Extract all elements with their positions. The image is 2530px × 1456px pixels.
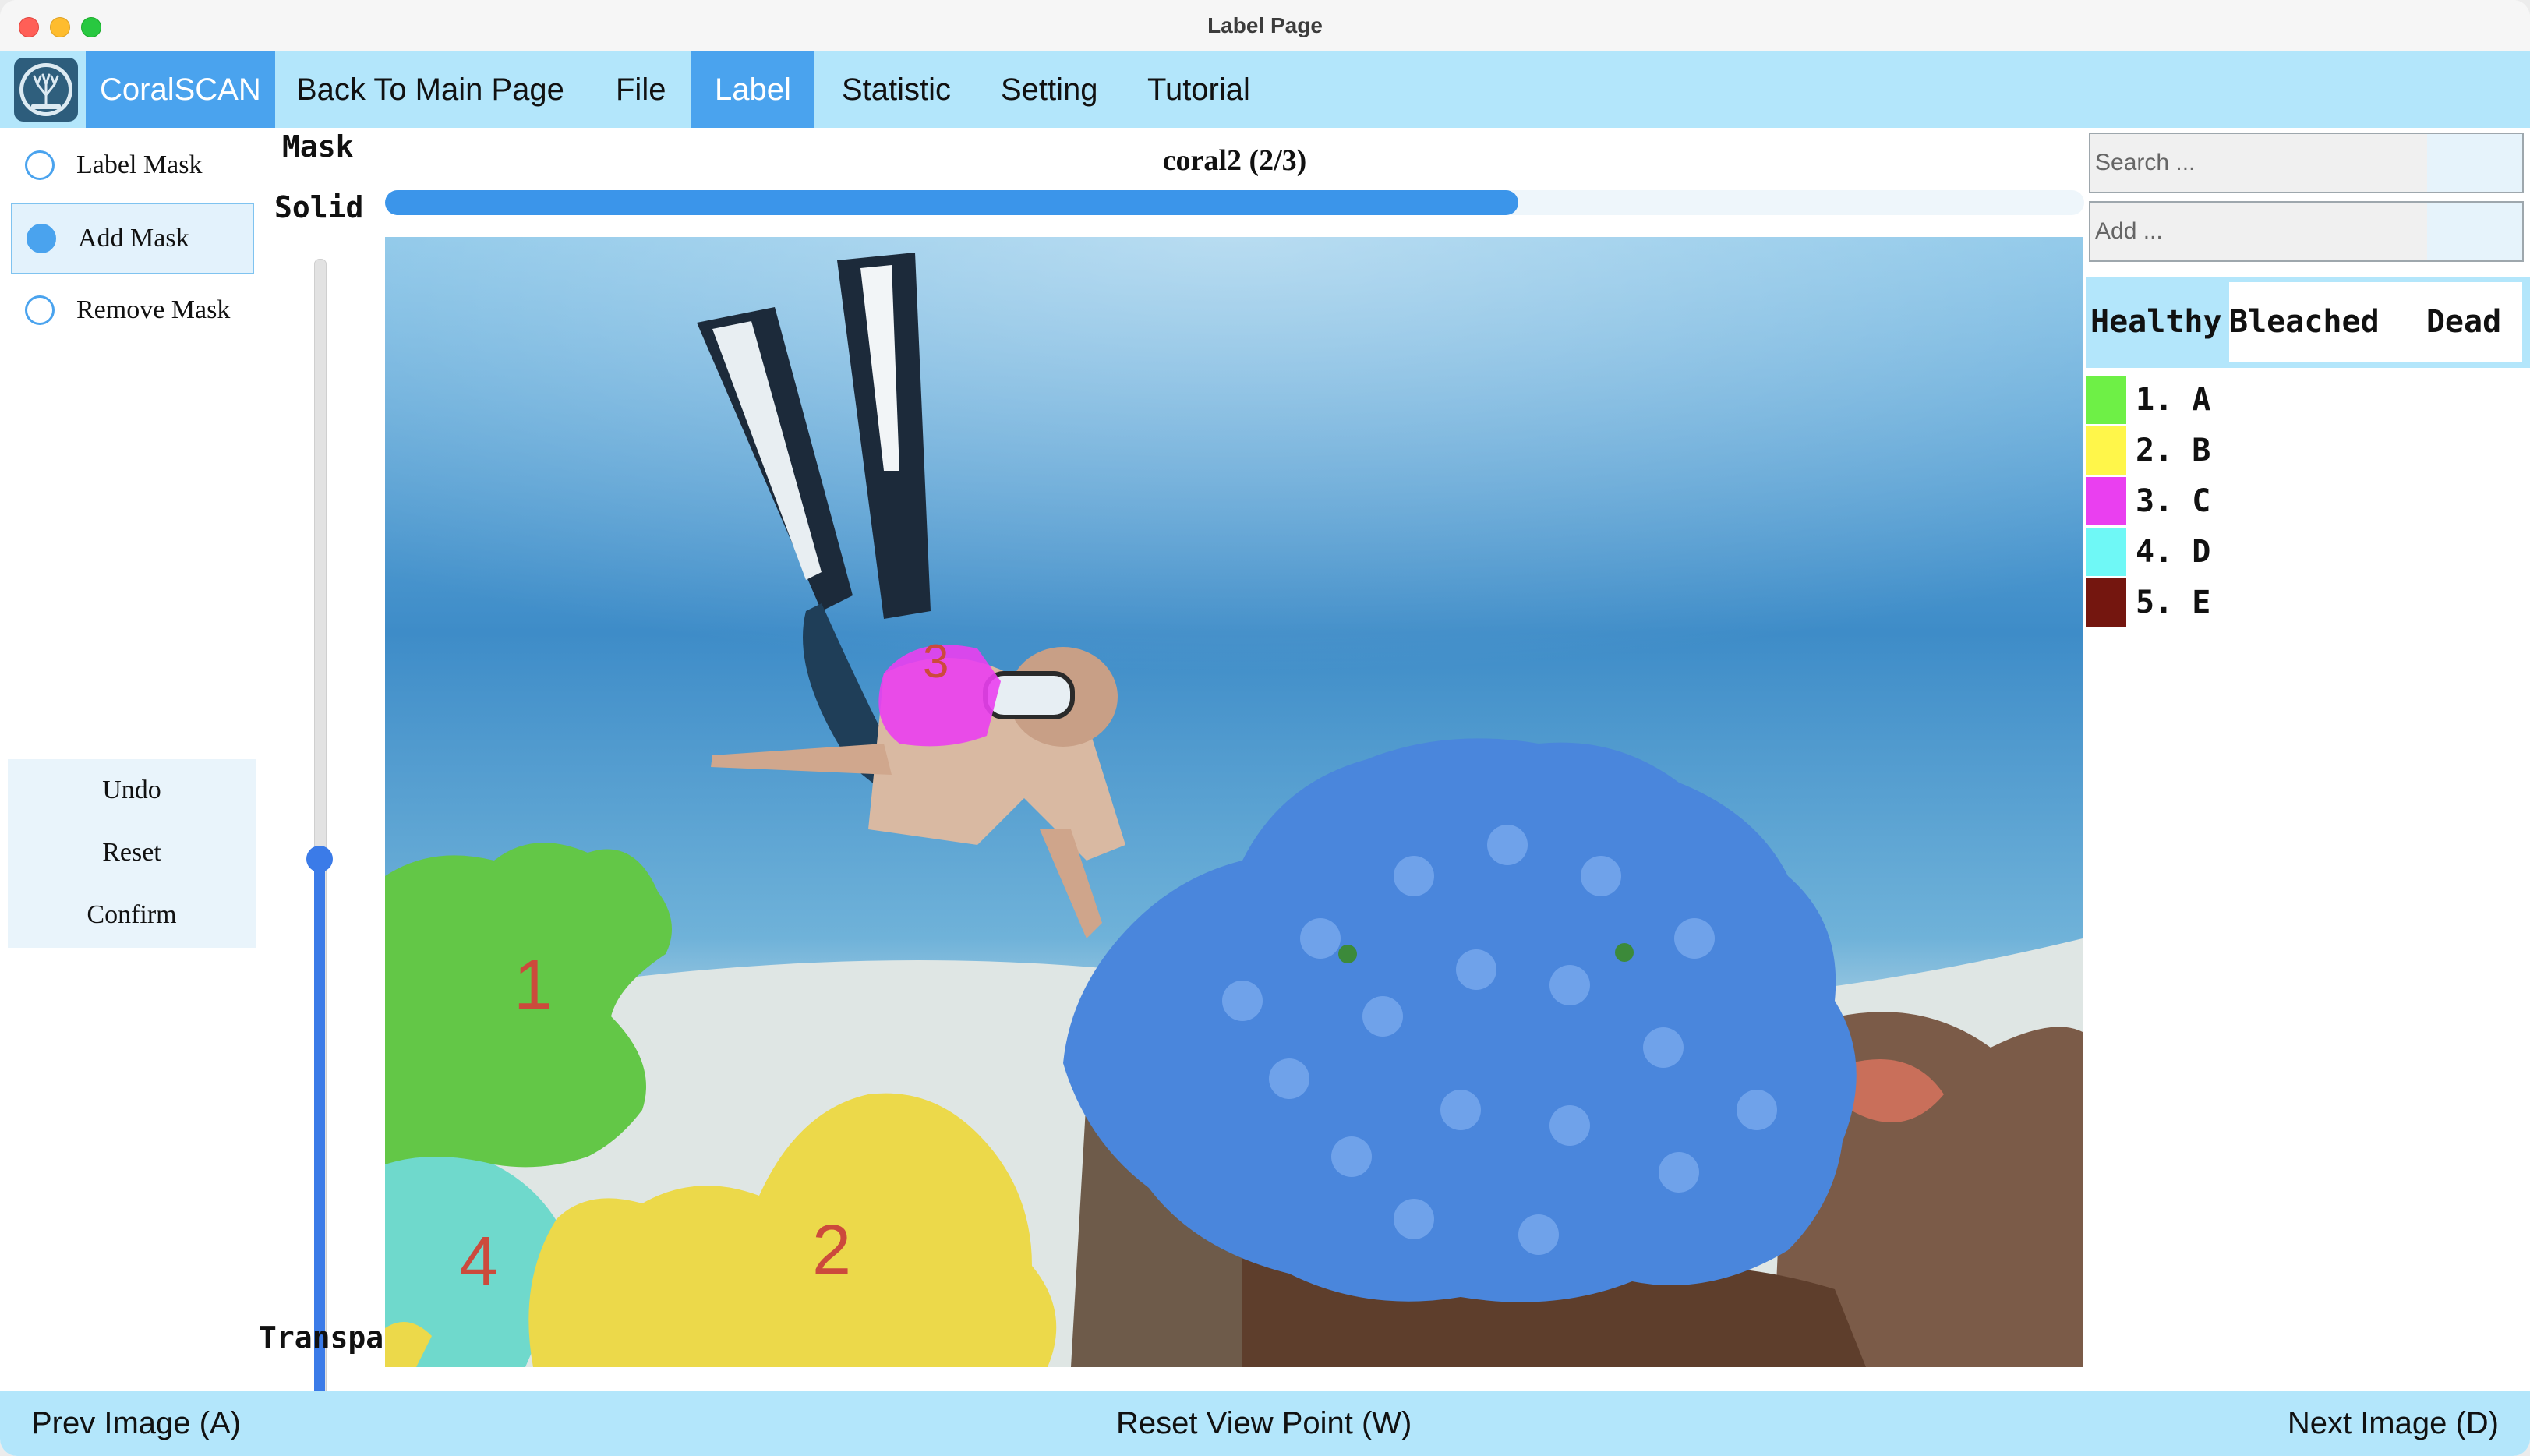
slider-handle[interactable] [306, 846, 333, 872]
image-workspace: coral2 (2/3) 1 2 3 4 [385, 128, 2084, 1391]
label-item-text: 1. A [2136, 381, 2211, 418]
reset-button[interactable]: Reset [8, 822, 256, 884]
radio-icon [25, 295, 55, 325]
tab-healthy[interactable]: Healthy [2090, 282, 2228, 362]
region-number-1: 1 [514, 946, 553, 1024]
status-tabs: Healthy Bleached Dead [2086, 277, 2530, 368]
label-color-swatch [2086, 426, 2126, 475]
tab-bleached[interactable]: Bleached [2229, 282, 2405, 362]
label-color-swatch [2086, 578, 2126, 627]
radio-selected-icon [27, 224, 56, 253]
menu-back-to-main-page[interactable]: Back To Main Page [273, 51, 588, 128]
marker-point [1615, 943, 1634, 962]
label-item[interactable]: 3. C [2086, 475, 2530, 526]
label-item[interactable]: 1. A [2086, 374, 2530, 425]
mask-heading: Mask [282, 129, 354, 164]
label-color-swatch [2086, 527, 2126, 576]
prev-image-button[interactable]: Prev Image (A) [31, 1391, 241, 1456]
label-item[interactable]: 2. B [2086, 425, 2530, 475]
mode-label: Remove Mask [76, 295, 231, 324]
progress-fill [385, 190, 1519, 215]
image-progress-bar [385, 190, 2084, 215]
coral-logo-icon [14, 58, 78, 122]
slider-fill [314, 859, 325, 1456]
menu-tutorial[interactable]: Tutorial [1124, 51, 1274, 128]
radio-icon [25, 150, 55, 180]
solid-label: Solid [274, 190, 364, 224]
label-list: 1. A 2. B 3. C 4. D 5. E [2086, 374, 2530, 627]
coral-photo[interactable]: 1 2 3 4 [385, 237, 2083, 1367]
window-title: Label Page [1207, 13, 1323, 37]
menu-file[interactable]: File [592, 51, 689, 128]
label-item-text: 4. D [2136, 533, 2211, 570]
label-color-swatch [2086, 476, 2126, 525]
undo-button[interactable]: Undo [8, 759, 256, 822]
label-add-input[interactable]: Add ... [2089, 201, 2524, 262]
next-image-button[interactable]: Next Image (D) [2288, 1391, 2499, 1456]
region-number-2: 2 [812, 1211, 851, 1289]
label-item[interactable]: 4. D [2086, 526, 2530, 577]
mode-remove-mask[interactable]: Remove Mask [11, 276, 254, 345]
tab-dead[interactable]: Dead [2405, 282, 2522, 362]
surface-light [385, 237, 2083, 783]
marker-point [1338, 945, 1357, 963]
region-number-4: 4 [459, 1223, 498, 1301]
navigation-bar: Prev Image (A) Reset View Point (W) Next… [0, 1391, 2530, 1456]
label-page-window: Label Page CoralSCAN Back To Main Page F… [0, 0, 2530, 1456]
confirm-button[interactable]: Confirm [8, 884, 256, 946]
mask-actions: Undo Reset Confirm [8, 759, 256, 948]
mode-label: Add Mask [78, 224, 189, 253]
transparent-label: Transpa [259, 1320, 384, 1355]
label-panel: Search ... Add ... Healthy Bleached Dead… [2086, 128, 2530, 1391]
mode-add-mask[interactable]: Add Mask [11, 203, 254, 274]
menu-statistic[interactable]: Statistic [818, 51, 974, 128]
label-item-text: 2. B [2136, 432, 2211, 468]
region-number-3: 3 [923, 635, 949, 687]
menu-bar: CoralSCAN Back To Main Page File Label S… [0, 51, 2530, 128]
mask-opacity-control: Mask Solid Transpa [257, 128, 384, 1456]
label-item[interactable]: 5. E [2086, 577, 2530, 627]
label-search-input[interactable]: Search ... [2089, 133, 2524, 193]
label-color-swatch [2086, 375, 2126, 424]
mode-label-mask[interactable]: Label Mask [11, 131, 254, 200]
brand-coralscan[interactable]: CoralSCAN [86, 51, 275, 128]
menu-setting[interactable]: Setting [977, 51, 1122, 128]
mode-label: Label Mask [76, 150, 203, 179]
reset-view-button[interactable]: Reset View Point (W) [1116, 1391, 1412, 1456]
label-item-text: 5. E [2136, 584, 2211, 620]
menu-label[interactable]: Label [691, 51, 814, 128]
image-canvas[interactable]: 1 2 3 4 [385, 237, 2083, 1367]
label-item-text: 3. C [2136, 482, 2211, 519]
image-title: coral2 (2/3) [1162, 144, 1307, 177]
title-bar: Label Page [0, 0, 2530, 53]
